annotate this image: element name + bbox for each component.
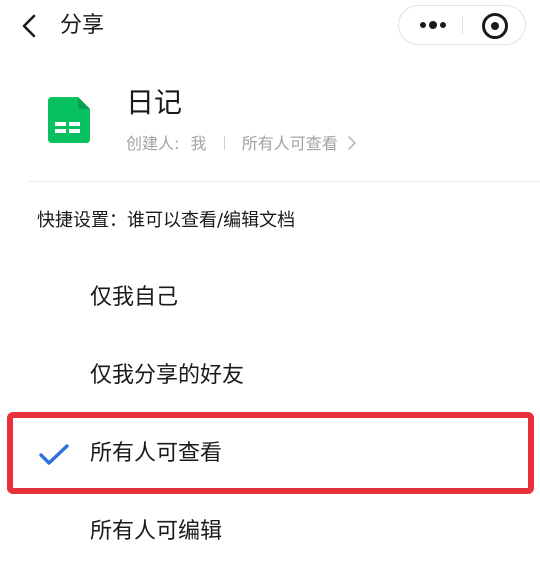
spreadsheet-doc-icon — [48, 97, 90, 143]
option-label: 仅我分享的好友 — [90, 363, 245, 388]
option-only-me[interactable]: 仅我自己 — [0, 269, 540, 329]
option-everyone-edit[interactable]: 所有人可编辑 — [0, 503, 540, 563]
mini-program-capsule — [398, 5, 526, 45]
option-label: 所有人可编辑 — [90, 519, 223, 544]
option-label: 所有人可查看 — [90, 441, 223, 466]
creator-label: 创建人: — [126, 134, 180, 153]
nav-bar: 分享 — [0, 0, 540, 52]
option-everyone-view[interactable]: 所有人可查看 — [0, 425, 540, 485]
document-title: 日记 — [126, 86, 183, 119]
document-permission-link[interactable]: 创建人: 我 所有人可查看 — [126, 133, 357, 156]
page-title: 分享 — [60, 13, 105, 38]
quick-settings-label: 快捷设置：谁可以查看/编辑文档 — [37, 210, 296, 231]
creator-value: 我 — [190, 134, 207, 153]
back-button[interactable] — [14, 10, 46, 42]
option-friends-shared[interactable]: 仅我分享的好友 — [0, 347, 540, 407]
more-button[interactable] — [399, 6, 462, 44]
checkmark-icon — [38, 443, 70, 467]
chevron-right-icon — [347, 134, 357, 156]
permission-summary: 所有人可查看 — [241, 134, 338, 153]
option-label: 仅我自己 — [90, 285, 179, 310]
meta-separator — [223, 136, 225, 150]
close-button[interactable] — [463, 6, 525, 44]
section-divider — [28, 181, 540, 182]
chevron-left-icon — [22, 14, 36, 38]
